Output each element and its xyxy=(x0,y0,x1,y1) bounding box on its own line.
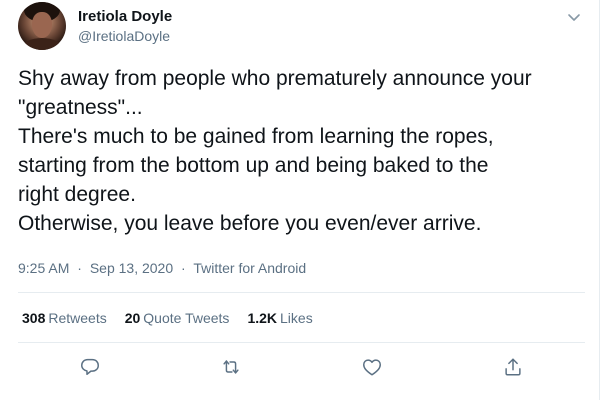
heart-icon xyxy=(363,359,381,376)
meta-separator: · xyxy=(77,260,82,276)
meta-separator: · xyxy=(181,260,186,276)
tweet-actions xyxy=(18,352,585,382)
share-button[interactable] xyxy=(498,352,528,382)
share-icon xyxy=(505,358,521,376)
avatar-shoulder xyxy=(22,38,62,50)
author-name[interactable]: Iretiola Doyle xyxy=(78,8,172,25)
avatar[interactable] xyxy=(18,2,66,50)
tweet-line: right degree. xyxy=(18,183,136,206)
retweet-icon xyxy=(223,360,239,374)
tweet-header: Iretiola Doyle @IretiolaDoyle xyxy=(18,2,589,54)
tweet-line: Shy away from people who prematurely ann… xyxy=(18,67,532,90)
tweet-line: "greatness"... xyxy=(18,96,143,119)
quote-tweets-stat[interactable]: 20 Quote Tweets xyxy=(125,310,230,326)
reply-button[interactable] xyxy=(75,352,105,382)
divider xyxy=(18,292,585,293)
likes-count: 1.2K xyxy=(247,310,278,326)
tweet-line: There's much to be gained from learning … xyxy=(18,125,494,148)
tweet-text: Shy away from people who prematurely ann… xyxy=(18,64,588,238)
tweet-line: starting from the bottom up and being ba… xyxy=(18,154,489,177)
retweets-count: 308 xyxy=(22,310,46,326)
chevron-down-icon[interactable] xyxy=(565,8,583,26)
avatar-face xyxy=(32,12,52,38)
likes-stat[interactable]: 1.2K Likes xyxy=(247,310,312,326)
reply-icon xyxy=(81,358,99,375)
retweets-label: Retweets xyxy=(48,310,107,326)
quote-tweets-count: 20 xyxy=(124,310,141,326)
tweet-time[interactable]: 9:25 AM xyxy=(18,260,69,276)
tweet-card: Iretiola Doyle @IretiolaDoyle Shy away f… xyxy=(0,0,600,400)
divider xyxy=(18,342,585,343)
retweets-stat[interactable]: 308 Retweets xyxy=(22,310,107,326)
like-button[interactable] xyxy=(357,352,387,382)
author-handle[interactable]: @IretiolaDoyle xyxy=(78,28,170,44)
tweet-stats: 308 Retweets 20 Quote Tweets 1.2K Likes xyxy=(22,310,313,326)
tweet-source[interactable]: Twitter for Android xyxy=(193,260,306,276)
quote-tweets-label: Quote Tweets xyxy=(143,310,230,326)
tweet-line: Otherwise, you leave before you even/eve… xyxy=(18,212,482,235)
tweet-date[interactable]: Sep 13, 2020 xyxy=(90,260,173,276)
likes-label: Likes xyxy=(280,310,313,326)
tweet-meta: 9:25 AM · Sep 13, 2020 · Twitter for And… xyxy=(18,260,306,276)
retweet-button[interactable] xyxy=(216,352,246,382)
